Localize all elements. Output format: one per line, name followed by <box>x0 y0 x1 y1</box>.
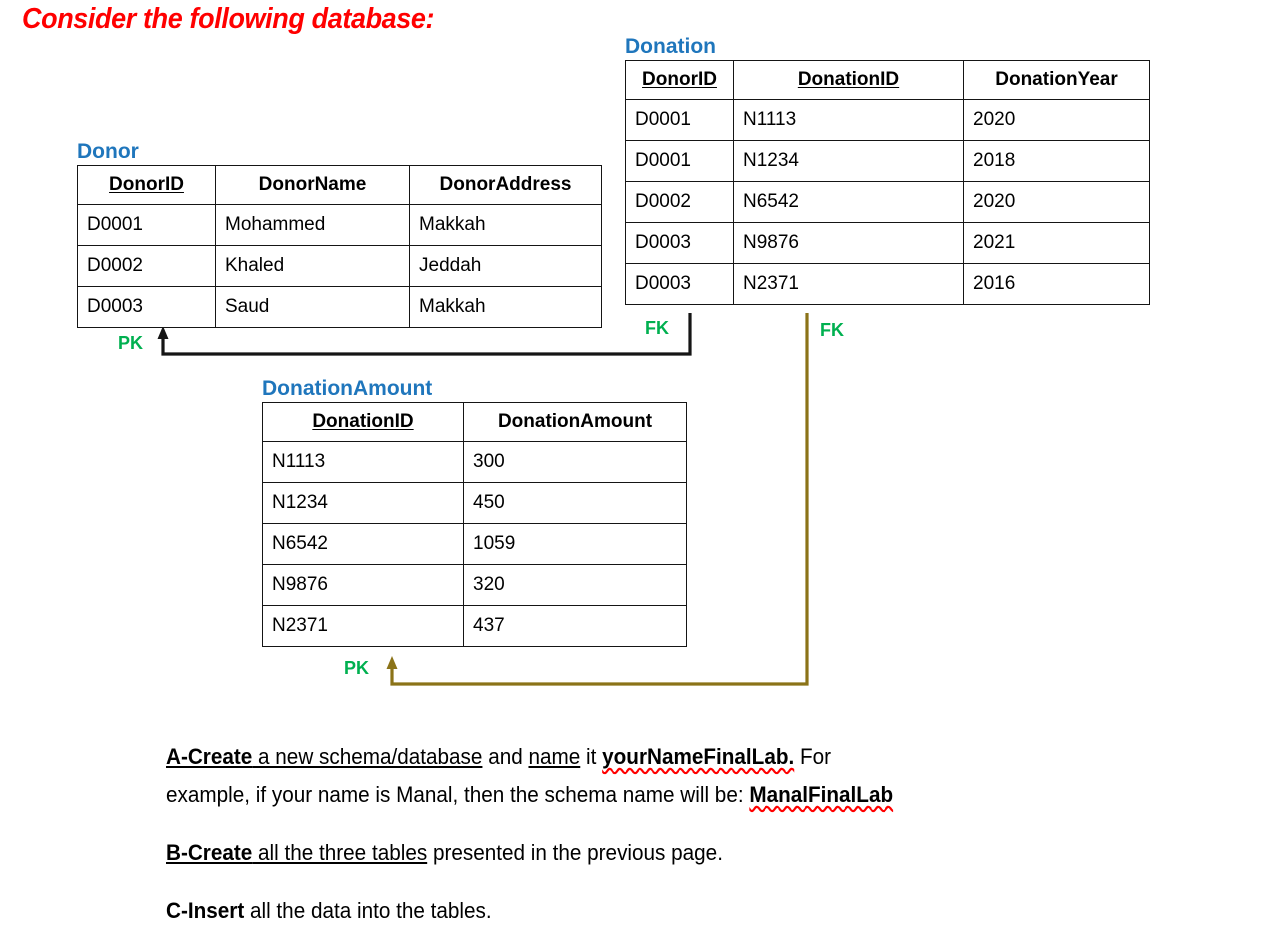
text-run: a new schema/database <box>252 744 483 769</box>
table-row: N9876 320 <box>262 564 687 607</box>
cell-donorid: D0003 <box>625 222 734 265</box>
cell-donorid: D0003 <box>77 286 216 329</box>
table-row: D0003 N2371 2016 <box>625 263 1150 306</box>
column-header-donoraddress: DonorAddress <box>409 165 602 206</box>
table-row: D0002 N6542 2020 <box>625 181 1150 224</box>
cell-donorid: D0002 <box>77 245 216 288</box>
donation-fk-donorid-label: FK <box>645 318 669 338</box>
donation-amount-pk-label: PK <box>344 658 370 678</box>
column-header-donationid: DonationID <box>262 402 464 443</box>
entity-donation-amount-title: DonationAmount <box>262 377 433 400</box>
cell-donorname: Saud <box>215 286 410 329</box>
cell-donorid: D0002 <box>625 181 734 224</box>
cell-donationyear: 2020 <box>963 99 1150 142</box>
column-header-donorname: DonorName <box>215 165 410 206</box>
cell-donationid: N9876 <box>733 222 964 265</box>
column-header-donationid: DonationID <box>733 60 964 101</box>
text-run: yourNameFinalLab. <box>602 744 795 769</box>
question-a-line-1: A-Create a new schema/database and name … <box>166 738 1049 776</box>
cell-donationyear: 2018 <box>963 140 1150 183</box>
table-row: D0003 N9876 2021 <box>625 222 1150 265</box>
cell-donorname: Khaled <box>215 245 410 288</box>
cell-donationid: N2371 <box>262 605 464 648</box>
cell-donationyear: 2020 <box>963 181 1150 224</box>
text-run: C-Insert <box>166 898 245 923</box>
cell-donorid: D0001 <box>625 140 734 183</box>
text-run: example, if your name is Manal, then the… <box>166 782 750 807</box>
entity-donor: Donor DonorID DonorName DonorAddress D00… <box>77 140 602 329</box>
cell-donationyear: 2016 <box>963 263 1150 306</box>
cell-donationamount: 300 <box>463 441 687 484</box>
questions-section: A-Create a new schema/database and name … <box>166 738 1126 930</box>
column-header-donationyear: DonationYear <box>963 60 1150 101</box>
table-row: D0002 Khaled Jeddah <box>77 245 602 288</box>
table-row: D0001 N1234 2018 <box>625 140 1150 183</box>
text-run: A-Create <box>166 744 253 769</box>
question-b: B-Create all the three tables presented … <box>166 834 1126 872</box>
cell-donationamount: 450 <box>463 482 687 525</box>
cell-donationyear: 2021 <box>963 222 1150 265</box>
entity-donor-title: Donor <box>77 140 139 163</box>
table-row: D0001 Mohammed Makkah <box>77 204 602 247</box>
table-row: D0003 Saud Makkah <box>77 286 602 329</box>
table-header-row: DonationID DonationAmount <box>262 402 687 443</box>
text-run: all the data into the tables. <box>244 898 492 923</box>
column-header-donorid: DonorID <box>77 165 216 206</box>
donation-amount-table: DonationID DonationAmount N1113 300 N123… <box>262 402 687 648</box>
column-header-donationamount: DonationAmount <box>463 402 687 443</box>
table-header-row: DonorID DonorName DonorAddress <box>77 165 602 206</box>
cell-donationamount: 1059 <box>463 523 687 566</box>
question-b-line-1: B-Create all the three tables presented … <box>166 834 1049 872</box>
text-run: and <box>482 744 529 769</box>
cell-donationid: N9876 <box>262 564 464 607</box>
cell-donorid: D0001 <box>625 99 734 142</box>
cell-donationid: N6542 <box>262 523 464 566</box>
donor-pk-label: PK <box>118 333 144 353</box>
cell-donoraddress: Jeddah <box>409 245 602 288</box>
text-run: name <box>528 744 581 769</box>
text-run: all the three tables <box>252 840 428 865</box>
question-c: C-Insert all the data into the tables. <box>166 892 1126 930</box>
cell-donoraddress: Makkah <box>409 286 602 329</box>
cell-donoraddress: Makkah <box>409 204 602 247</box>
donation-table: DonorID DonationID DonationYear D0001 N1… <box>625 60 1150 306</box>
table-row: N2371 437 <box>262 605 687 648</box>
cell-donationid: N1113 <box>733 99 964 142</box>
question-c-line-1: C-Insert all the data into the tables. <box>166 892 1049 930</box>
donor-table: DonorID DonorName DonorAddress D0001 Moh… <box>77 165 602 329</box>
table-row: D0001 N1113 2020 <box>625 99 1150 142</box>
cell-donationid: N2371 <box>733 263 964 306</box>
cell-donationamount: 437 <box>463 605 687 648</box>
cell-donationid: N1234 <box>733 140 964 183</box>
entity-donation-title: Donation <box>625 35 716 58</box>
text-run: it <box>580 744 603 769</box>
cell-donorname: Mohammed <box>215 204 410 247</box>
cell-donationid: N1234 <box>262 482 464 525</box>
entity-donation-amount: DonationAmount DonationID DonationAmount… <box>262 377 687 648</box>
page-title: Consider the following database: <box>22 3 435 35</box>
text-run: ManalFinalLab <box>749 782 894 807</box>
table-row: N6542 1059 <box>262 523 687 566</box>
table-header-row: DonorID DonationID DonationYear <box>625 60 1150 101</box>
cell-donationid: N6542 <box>733 181 964 224</box>
cell-donorid: D0001 <box>77 204 216 247</box>
column-header-donorid: DonorID <box>625 60 734 101</box>
cell-donationamount: 320 <box>463 564 687 607</box>
table-row: N1234 450 <box>262 482 687 525</box>
text-run: For <box>794 744 832 769</box>
donation-fk-donationid-label: FK <box>820 320 844 340</box>
cell-donationid: N1113 <box>262 441 464 484</box>
cell-donorid: D0003 <box>625 263 734 306</box>
question-a-line-2: example, if your name is Manal, then the… <box>166 776 1049 814</box>
entity-donation: Donation DonorID DonationID DonationYear… <box>625 35 1150 306</box>
text-run: B-Create <box>166 840 253 865</box>
text-run: presented in the previous page. <box>427 840 723 865</box>
table-row: N1113 300 <box>262 441 687 484</box>
question-a: A-Create a new schema/database and name … <box>166 738 1126 814</box>
